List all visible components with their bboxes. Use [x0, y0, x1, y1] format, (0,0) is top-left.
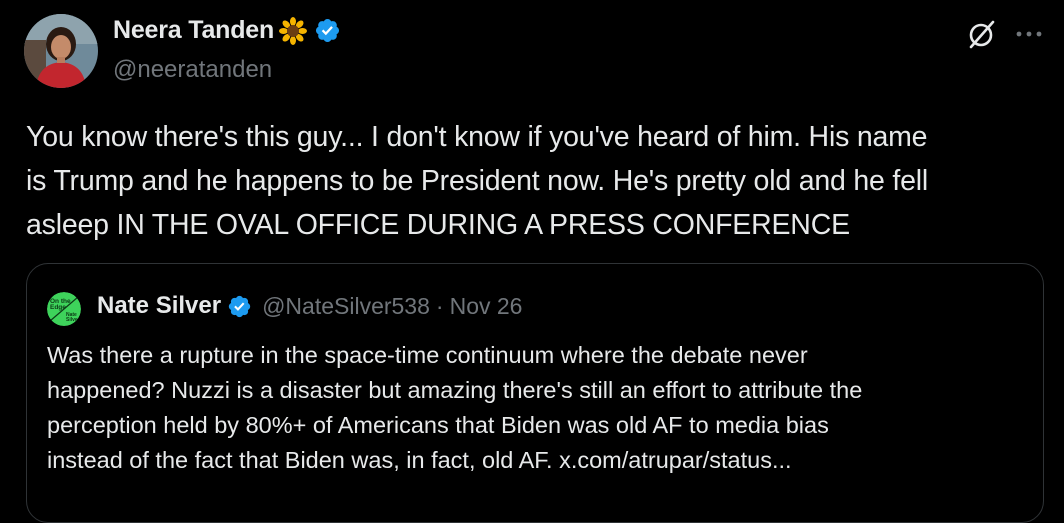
tweet[interactable]: Neera Tanden @neeratanden You know there…	[0, 0, 1064, 523]
quoted-author-avatar[interactable]: On the Edge Nate Silver	[47, 292, 81, 326]
author-avatar[interactable]	[24, 14, 98, 88]
grok-button[interactable]	[966, 18, 998, 50]
quoted-verified-badge-icon[interactable]	[227, 294, 252, 319]
quoted-tweet-date[interactable]: Nov 26	[450, 293, 523, 320]
quoted-tweet-text: Was there a rupture in the space-time co…	[47, 342, 863, 473]
on-the-edge-logo-icon: On the Edge Nate Silver	[47, 292, 81, 326]
quoted-tweet-header: Nate Silver @NateSilver538 · Nov 26	[97, 292, 522, 320]
more-options-button[interactable]	[1012, 20, 1046, 48]
verified-badge-icon[interactable]	[314, 17, 341, 44]
logo-text-2: Edge	[50, 304, 66, 311]
tweet-text: You know there's this guy... I don't kno…	[26, 121, 929, 241]
quoted-tweet[interactable]: On the Edge Nate Silver Nate Silver @Nat…	[26, 263, 1044, 523]
author-display-name[interactable]: Neera Tanden	[113, 16, 274, 45]
author-handle[interactable]: @neeratanden	[113, 56, 272, 84]
sunflower-icon	[279, 16, 308, 45]
ellipsis-icon	[1016, 31, 1042, 37]
avatar-photo	[24, 14, 98, 88]
slashed-circle-icon	[969, 20, 995, 49]
author-name-row: Neera Tanden	[113, 16, 341, 45]
quoted-author-handle[interactable]: @NateSilver538	[262, 293, 430, 320]
quoted-author-name[interactable]: Nate Silver	[97, 292, 221, 320]
header-separator: ·	[435, 292, 444, 319]
logo-text-4: Silver	[66, 317, 80, 323]
